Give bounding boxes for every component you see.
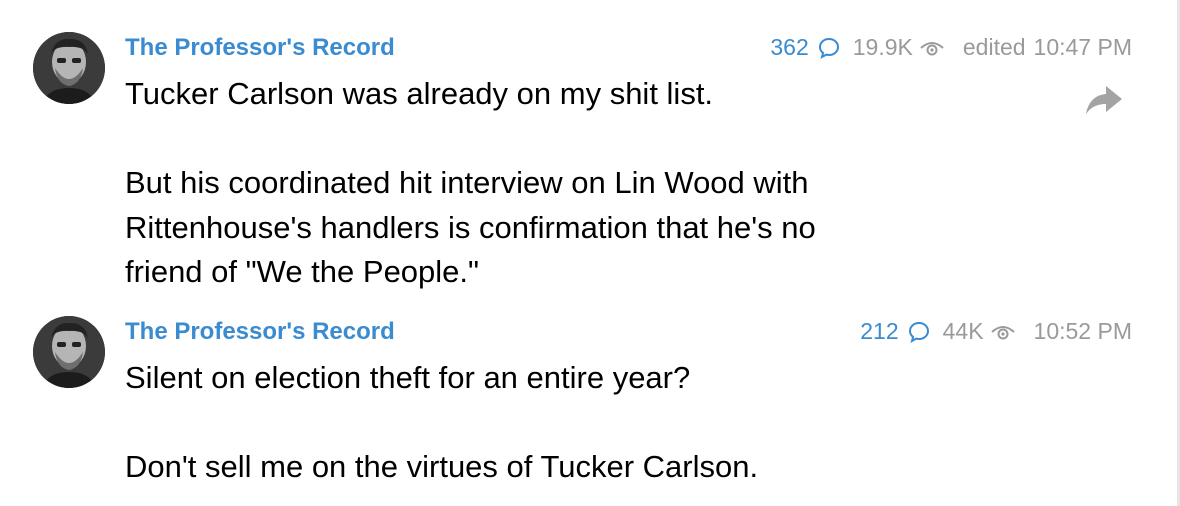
post-line: But his coordinated hit interview on Lin… (125, 165, 809, 200)
channel-post: The Professor's Record 212 44K 10:52 PM (0, 312, 1176, 502)
view-count: 44K (942, 318, 984, 344)
post-text: Tucker Carlson was already on my shit li… (125, 72, 816, 295)
post-line: Don't sell me on the virtues of Tucker C… (125, 449, 759, 484)
speech-bubble-icon (907, 320, 931, 344)
channel-name[interactable]: The Professor's Record (125, 318, 395, 346)
channel-post: The Professor's Record 362 19.9K edited (0, 28, 1176, 298)
post-time: 10:47 PM (1033, 34, 1132, 60)
post-time-group: 10:52 PM (1034, 318, 1132, 345)
comment-count: 212 (860, 318, 899, 344)
post-line: Rittenhouse's handlers is confirmation t… (125, 209, 816, 245)
view-count-group: 19.9K (853, 34, 963, 61)
comments-button[interactable]: 212 (860, 318, 942, 345)
eye-icon (919, 37, 945, 59)
view-count: 19.9K (852, 34, 913, 60)
post-meta: 212 44K 10:52 PM (860, 318, 1132, 345)
comments-button[interactable]: 362 (770, 34, 852, 61)
avatar[interactable] (33, 32, 105, 104)
eye-icon (990, 321, 1016, 343)
channel-name[interactable]: The Professor's Record (125, 34, 395, 62)
speech-bubble-icon (817, 36, 841, 60)
post-time-group: edited 10:47 PM (963, 34, 1132, 61)
post-time: 10:52 PM (1033, 318, 1132, 344)
post-line: Silent on election theft for an entire y… (125, 360, 691, 395)
edited-label: edited (962, 34, 1026, 60)
view-count-group: 44K (943, 318, 1034, 345)
post-meta: 362 19.9K edited 10:47 PM (770, 34, 1132, 61)
comment-count: 362 (770, 34, 809, 60)
post-line: Tucker Carlson was already on my shit li… (125, 76, 714, 111)
post-text: Silent on election theft for an entire y… (125, 356, 758, 490)
share-arrow-icon[interactable] (1084, 83, 1124, 117)
post-line: friend of "We the People." (125, 254, 480, 289)
avatar[interactable] (33, 316, 105, 388)
